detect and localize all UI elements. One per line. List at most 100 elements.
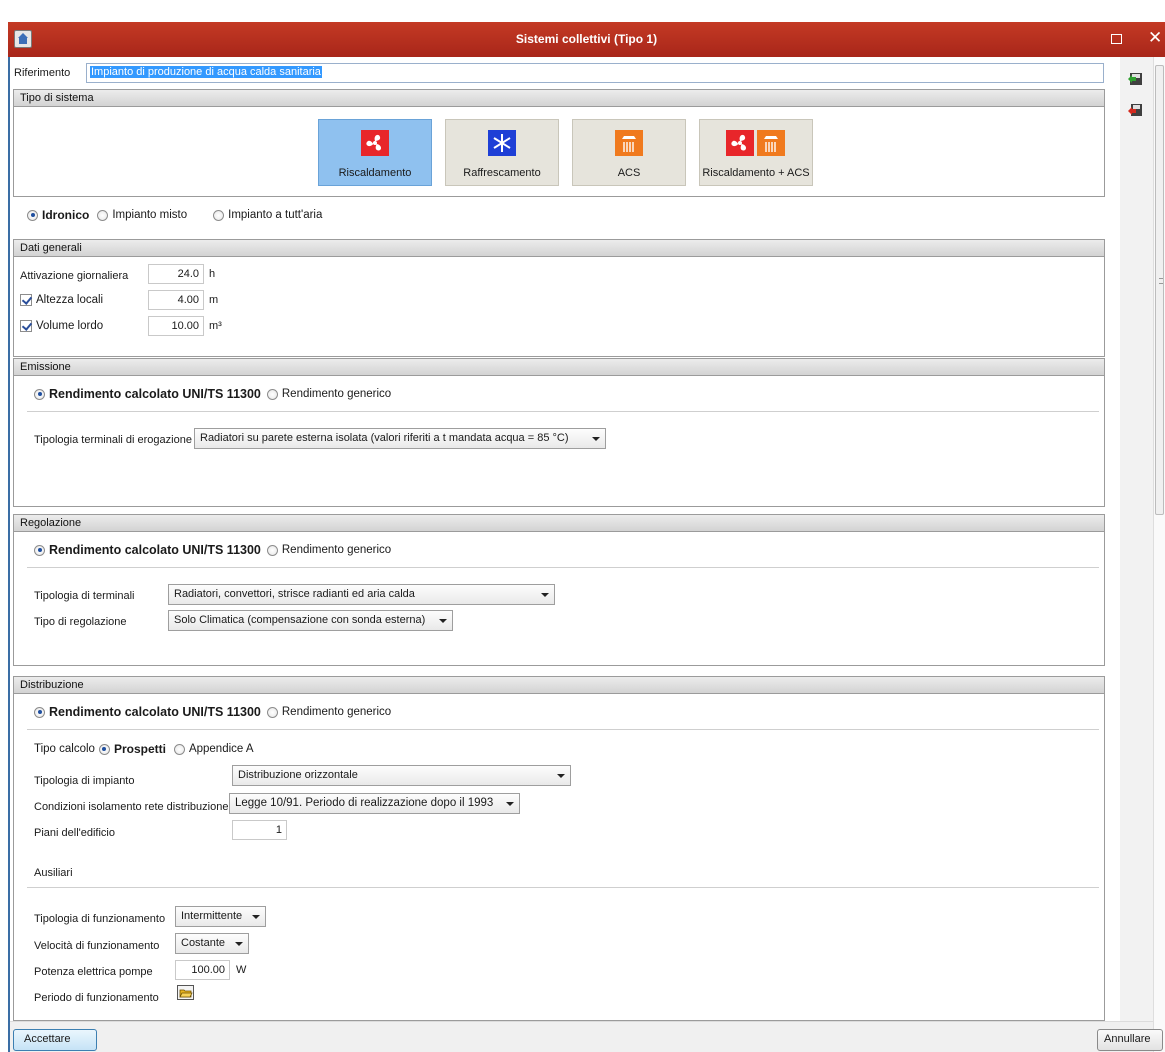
regulation-header: Regolazione: [13, 514, 1105, 532]
gross-volume-input[interactable]: 10.00: [148, 316, 204, 336]
regulation-calc-radio[interactable]: [34, 544, 45, 556]
distribution-calc-label: Rendimento calcolato UNI/TS 11300: [49, 705, 261, 719]
tile-acs[interactable]: ACS: [572, 119, 686, 186]
scrollbar-thumb[interactable]: [1155, 65, 1164, 515]
shower-hot-water-icon: [615, 130, 643, 156]
calc-type-appendix-radio[interactable]: [173, 743, 185, 755]
distribution-calc-radio[interactable]: [34, 706, 45, 718]
pump-power-label: Potenza elettrica pompe: [34, 966, 153, 978]
regulation-mode-row: Rendimento calcolato UNI/TS 11300 Rendim…: [34, 543, 391, 557]
operation-type-value: Intermittente: [181, 910, 243, 922]
daily-activation-label: Attivazione giornaliera: [20, 270, 129, 282]
regulation-type-select[interactable]: Solo Climatica (compensazione con sonda …: [168, 610, 453, 631]
gross-volume-checkbox[interactable]: [20, 320, 32, 332]
emission-separator: [27, 411, 1099, 412]
emission-mode-row: Rendimento calcolato UNI/TS 11300 Rendim…: [34, 387, 391, 401]
snowflake-cooling-icon: [488, 130, 516, 156]
chevron-down-icon: [506, 802, 514, 806]
folder-open-icon[interactable]: [177, 985, 194, 1000]
insulation-select[interactable]: Legge 10/91. Periodo di realizzazione do…: [229, 793, 520, 814]
pump-power-unit: W: [236, 964, 247, 976]
emission-header: Emissione: [13, 358, 1105, 376]
chevron-down-icon: [235, 942, 243, 946]
emission-terminal-label: Tipologia terminali di erogazione: [34, 434, 192, 446]
radio-idronico[interactable]: [27, 209, 38, 221]
regulation-generic-label: Rendimento generico: [281, 544, 392, 556]
calc-type-prospetti-radio[interactable]: [98, 743, 110, 755]
plant-type-value: Distribuzione orizzontale: [238, 769, 358, 781]
regulation-terminals-label: Tipologia di terminali: [34, 590, 135, 602]
fan-and-shower-icon: [726, 130, 754, 156]
desktop-strip: [0, 0, 1165, 22]
tile-riscaldamento-label: Riscaldamento: [338, 167, 412, 179]
emission-terminal-value: Radiatori su parete esterna isolata (val…: [200, 432, 569, 444]
insulation-label: Condizioni isolamento rete distribuzione: [34, 801, 229, 813]
room-height-checkbox[interactable]: [20, 294, 32, 306]
distribution-generic-radio[interactable]: [266, 706, 278, 718]
daily-activation-input[interactable]: 24.0: [148, 264, 204, 284]
calc-type-prospetti-label: Prospetti: [113, 742, 166, 756]
gross-volume-row: Volume lordo: [20, 320, 103, 332]
label-impianto-tutt-aria: Impianto a tutt'aria: [228, 209, 323, 221]
plant-type-select[interactable]: Distribuzione orizzontale: [232, 765, 571, 786]
close-icon[interactable]: ✕: [1148, 27, 1162, 49]
radio-impianto-misto[interactable]: [97, 209, 109, 221]
distribution-header: Distribuzione: [13, 676, 1105, 694]
plant-options: Idronico Impianto misto Impianto a tutt'…: [27, 208, 322, 222]
floors-label: Piani dell'edificio: [34, 827, 115, 839]
tile-riscaldamento-acs-label: Riscaldamento + ACS: [702, 167, 810, 179]
reference-input[interactable]: Impianto di produzione di acqua calda sa…: [86, 63, 1104, 83]
radio-impianto-tutt-aria[interactable]: [213, 209, 225, 221]
gross-volume-label: Volume lordo: [36, 320, 104, 332]
operation-type-select[interactable]: Intermittente: [175, 906, 266, 927]
tile-riscaldamento[interactable]: Riscaldamento: [318, 119, 432, 186]
save-arrow-icon[interactable]: [1127, 70, 1143, 86]
chevron-down-icon: [541, 593, 549, 597]
vertical-scrollbar[interactable]: [1153, 57, 1165, 1052]
window-left-border: [8, 57, 10, 1052]
tile-riscaldamento-acs[interactable]: Riscaldamento + ACS: [699, 119, 813, 186]
floors-input[interactable]: 1: [232, 820, 287, 840]
tile-raffrescamento[interactable]: Raffrescamento: [445, 119, 559, 186]
reference-label: Riferimento: [14, 67, 71, 79]
regulation-separator: [27, 567, 1099, 568]
regulation-calc-label: Rendimento calcolato UNI/TS 11300: [49, 543, 261, 557]
emission-calc-label: Rendimento calcolato UNI/TS 11300: [49, 387, 261, 401]
reference-value: Impianto di produzione di acqua calda sa…: [90, 66, 322, 78]
speed-label: Velocità di funzionamento: [34, 940, 160, 952]
maximize-icon[interactable]: [1111, 34, 1122, 44]
aux-separator: [27, 887, 1099, 888]
chevron-down-icon: [592, 437, 600, 441]
fan-heating-icon: [361, 130, 389, 156]
plant-type-label: Tipologia di impianto: [34, 775, 135, 787]
cancel-button[interactable]: Annullare: [1097, 1029, 1163, 1051]
speed-select[interactable]: Costante: [175, 933, 249, 954]
window-title: Sistemi collettivi (Tipo 1): [515, 32, 658, 46]
calc-type-appendix-label: Appendice A: [188, 743, 254, 755]
emission-calc-radio[interactable]: [34, 388, 45, 400]
regulation-generic-radio[interactable]: [266, 544, 278, 556]
regulation-terminals-select[interactable]: Radiatori, convettori, strisce radianti …: [168, 584, 555, 605]
gross-volume-unit: m³: [209, 320, 222, 332]
regulation-type-value: Solo Climatica (compensazione con sonda …: [174, 614, 426, 626]
distribution-separator: [27, 729, 1099, 730]
label-idronico: Idronico: [42, 208, 90, 222]
insulation-value: Legge 10/91. Periodo di realizzazione do…: [235, 797, 494, 809]
shower-icon: [757, 130, 785, 156]
pump-power-input[interactable]: 100.00: [175, 960, 230, 980]
room-height-input[interactable]: 4.00: [148, 290, 204, 310]
room-height-label: Altezza locali: [36, 294, 104, 306]
emission-terminal-select[interactable]: Radiatori su parete esterna isolata (val…: [194, 428, 606, 449]
speed-value: Costante: [181, 937, 226, 949]
chevron-down-icon: [252, 915, 260, 919]
accept-button[interactable]: Accettare: [13, 1029, 97, 1051]
window-titlebar[interactable]: Sistemi collettivi (Tipo 1) ✕: [8, 22, 1165, 57]
calc-type-row: Tipo calcolo Prospetti Appendice A: [34, 742, 254, 756]
tile-raffrescamento-label: Raffrescamento: [463, 167, 541, 179]
emission-generic-radio[interactable]: [266, 388, 278, 400]
tile-acs-label: ACS: [617, 167, 641, 179]
exit-arrow-icon[interactable]: [1127, 102, 1143, 118]
chevron-down-icon: [557, 774, 565, 778]
emission-generic-label: Rendimento generico: [281, 388, 392, 400]
distribution-mode-row: Rendimento calcolato UNI/TS 11300 Rendim…: [34, 705, 391, 719]
